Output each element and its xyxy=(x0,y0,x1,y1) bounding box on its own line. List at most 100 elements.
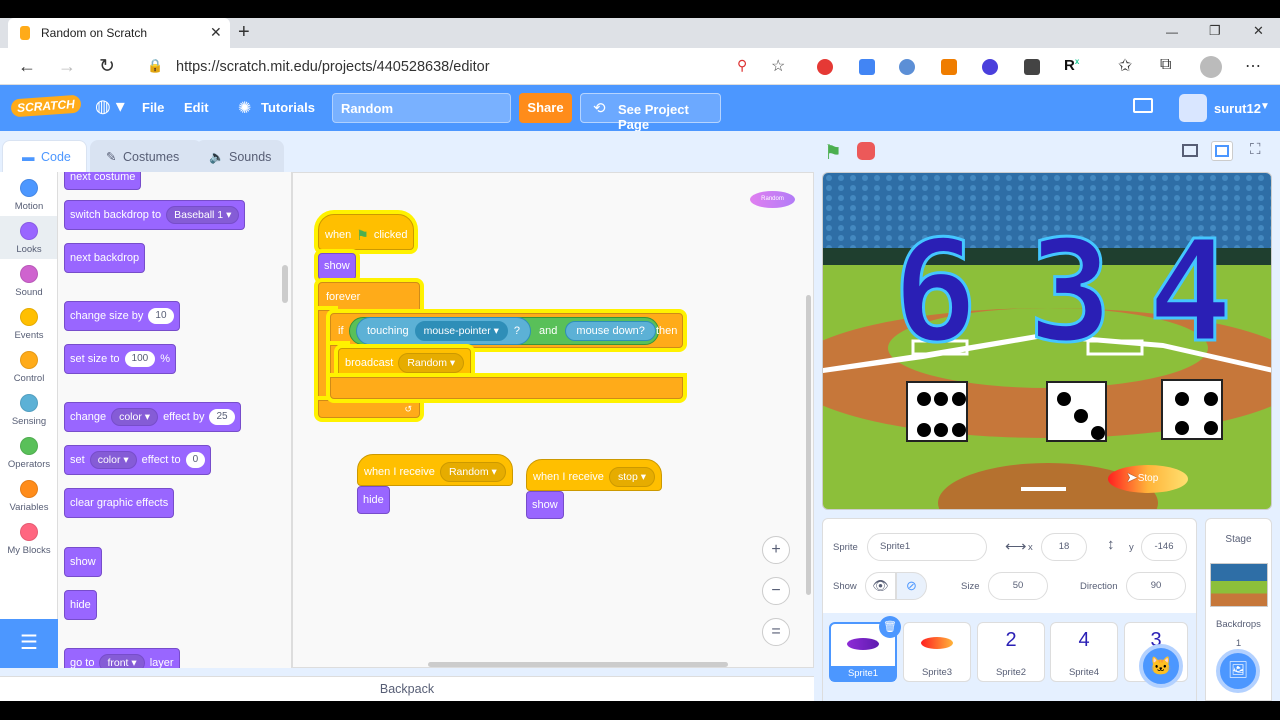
block-forever[interactable]: forever xyxy=(318,282,420,311)
category-looks[interactable]: Looks xyxy=(0,222,58,255)
extension-icon-7[interactable]: Rx xyxy=(1064,57,1079,74)
my-stuff-folder-icon[interactable] xyxy=(1133,98,1153,113)
size-input[interactable]: 50 xyxy=(988,572,1048,600)
category-sound[interactable]: Sound xyxy=(0,265,58,298)
block-clear-graphic-effects[interactable]: clear graphic effects xyxy=(64,488,175,518)
delete-sprite-icon[interactable]: 🗑 xyxy=(879,616,901,638)
and-operator[interactable]: touching mouse-pointer ▾? and mouse down? xyxy=(349,317,659,345)
workspace-horizontal-scrollbar[interactable] xyxy=(428,662,728,667)
user-avatar[interactable] xyxy=(1179,94,1207,122)
set-size-input[interactable]: 100 xyxy=(124,351,156,367)
effect-by-input[interactable]: 25 xyxy=(209,409,235,425)
refresh-icon[interactable]: ↻ xyxy=(99,55,115,78)
extension-icon-6[interactable] xyxy=(1024,59,1040,75)
block-palette[interactable]: next costume switch backdrop to Baseball … xyxy=(58,172,292,668)
block-show-script[interactable]: show xyxy=(318,253,356,280)
account-chevron-down-icon[interactable]: ▼ xyxy=(1260,101,1270,112)
category-motion[interactable]: Motion xyxy=(0,179,58,212)
menu-edit[interactable]: Edit xyxy=(184,85,209,131)
show-visible-button[interactable]: 👁 xyxy=(865,572,896,600)
block-set-effect[interactable]: set color ▾ effect to 0 xyxy=(64,445,212,475)
block-broadcast[interactable]: broadcast Random ▾ xyxy=(338,348,472,378)
x-input[interactable]: 18 xyxy=(1041,533,1087,561)
normal-stage-icon[interactable] xyxy=(1211,141,1233,161)
new-tab-button[interactable]: + xyxy=(238,21,250,44)
block-change-effect[interactable]: change color ▾ effect by 25 xyxy=(64,402,241,432)
adblock-extension-icon[interactable] xyxy=(817,59,833,75)
category-operators[interactable]: Operators xyxy=(0,437,58,470)
workspace-vertical-scrollbar[interactable] xyxy=(806,295,811,595)
block-when-receive-random[interactable]: when I receive Random ▾ xyxy=(357,454,513,486)
hide-visible-button[interactable]: ⊘ xyxy=(896,572,927,600)
block-set-size[interactable]: set size to 100% xyxy=(64,344,176,374)
block-hide[interactable]: hide xyxy=(64,590,97,620)
zoom-out-button[interactable]: − xyxy=(762,577,790,605)
zoom-in-button[interactable]: + xyxy=(762,536,790,564)
sprite-thumb-sprite1[interactable]: Sprite1 🗑 xyxy=(829,616,901,682)
translate-extension-icon[interactable] xyxy=(859,59,875,75)
maximize-button[interactable]: ❐ xyxy=(1209,23,1221,39)
mic-blocked-icon[interactable]: ⚲ xyxy=(737,57,747,74)
fullscreen-icon[interactable]: ⛶ xyxy=(1250,141,1261,158)
block-hide-script[interactable]: hide xyxy=(357,486,390,514)
menu-tutorials[interactable]: Tutorials xyxy=(261,85,315,131)
touching-block[interactable]: touching mouse-pointer ▾? xyxy=(356,317,532,345)
add-extension-button[interactable]: ☰ xyxy=(0,619,58,668)
block-next-costume[interactable]: next costume xyxy=(64,172,142,190)
extension-icon-3[interactable] xyxy=(899,59,915,75)
sprite-thumb-sprite4[interactable]: 4 Sprite4 xyxy=(1050,622,1118,682)
url-field[interactable]: 🔒 https://scratch.mit.edu/projects/44052… xyxy=(137,53,802,81)
menu-file[interactable]: File xyxy=(142,85,164,131)
set-effect-dropdown[interactable]: color ▾ xyxy=(89,450,137,470)
choose-sprite-button[interactable]: 🐱 xyxy=(1139,644,1183,688)
block-switch-backdrop[interactable]: switch backdrop to Baseball 1 ▾ xyxy=(64,200,246,230)
backpack[interactable]: Backpack xyxy=(0,676,814,701)
layer-dropdown[interactable]: front ▾ xyxy=(99,653,145,668)
close-window-button[interactable]: ✕ xyxy=(1253,23,1264,39)
green-flag-button[interactable]: ⚑ xyxy=(824,140,842,165)
zoom-reset-button[interactable]: = xyxy=(762,618,790,646)
extension-icon-5[interactable] xyxy=(982,59,998,75)
broadcast-dropdown[interactable]: Random ▾ xyxy=(398,353,465,373)
project-title-input[interactable]: Random xyxy=(332,93,511,123)
see-project-page-button[interactable]: ⟲ See Project Page xyxy=(580,93,721,132)
minimize-button[interactable]: — xyxy=(1166,25,1178,39)
block-if-then[interactable]: if touching mouse-pointer ▾? and mouse do… xyxy=(330,313,683,348)
script-workspace[interactable]: Random when ⚑ clicked show forever ↺ if … xyxy=(292,172,814,668)
tab-costumes[interactable]: ✎ Costumes xyxy=(90,140,202,172)
tab-code[interactable]: ▬ Code xyxy=(2,140,87,172)
backdrop-dropdown[interactable]: Baseball 1 ▾ xyxy=(166,205,240,225)
block-change-size[interactable]: change size by 10 xyxy=(64,301,180,331)
y-input[interactable]: -146 xyxy=(1141,533,1187,561)
sprite-name-input[interactable]: Sprite1 xyxy=(867,533,987,561)
more-menu-icon[interactable]: ⋯ xyxy=(1245,56,1261,76)
change-size-input[interactable]: 10 xyxy=(148,308,174,324)
mouse-down-block[interactable]: mouse down? xyxy=(565,321,656,341)
palette-scrollbar[interactable] xyxy=(282,265,288,303)
small-stage-icon[interactable] xyxy=(1182,144,1198,157)
stage-selector[interactable]: Stage Backdrops 1 🖼 xyxy=(1205,518,1272,701)
touching-dropdown[interactable]: mouse-pointer ▾ xyxy=(414,321,508,341)
stage[interactable]: 6 3 4 Stop ➤ xyxy=(822,172,1272,510)
backdrop-thumbnail[interactable] xyxy=(1210,563,1268,607)
choose-backdrop-button[interactable]: 🖼 xyxy=(1216,649,1260,693)
category-events[interactable]: Events xyxy=(0,308,58,341)
back-icon[interactable]: ← xyxy=(18,56,36,77)
category-variables[interactable]: Variables xyxy=(0,480,58,513)
direction-input[interactable]: 90 xyxy=(1126,572,1186,600)
block-when-receive-stop[interactable]: when I receive stop ▾ xyxy=(526,459,662,491)
favorite-star-icon[interactable]: ☆ xyxy=(771,56,785,76)
receive-stop-dropdown[interactable]: stop ▾ xyxy=(608,467,655,487)
block-show[interactable]: show xyxy=(64,547,102,577)
change-effect-dropdown[interactable]: color ▾ xyxy=(111,407,159,427)
forward-icon[interactable]: → xyxy=(58,56,76,77)
category-control[interactable]: Control xyxy=(0,351,58,384)
block-go-to-layer[interactable]: go to front ▾ layer xyxy=(64,648,180,668)
effect-to-input[interactable]: 0 xyxy=(185,452,206,468)
category-sensing[interactable]: Sensing xyxy=(0,394,58,427)
close-tab-icon[interactable]: ✕ xyxy=(210,24,222,41)
receive-random-dropdown[interactable]: Random ▾ xyxy=(439,462,506,482)
language-globe-icon[interactable]: ◍ ▾ xyxy=(95,96,125,117)
extension-icon-4[interactable] xyxy=(941,59,957,75)
stop-sprite-button[interactable]: Stop xyxy=(1108,465,1188,493)
